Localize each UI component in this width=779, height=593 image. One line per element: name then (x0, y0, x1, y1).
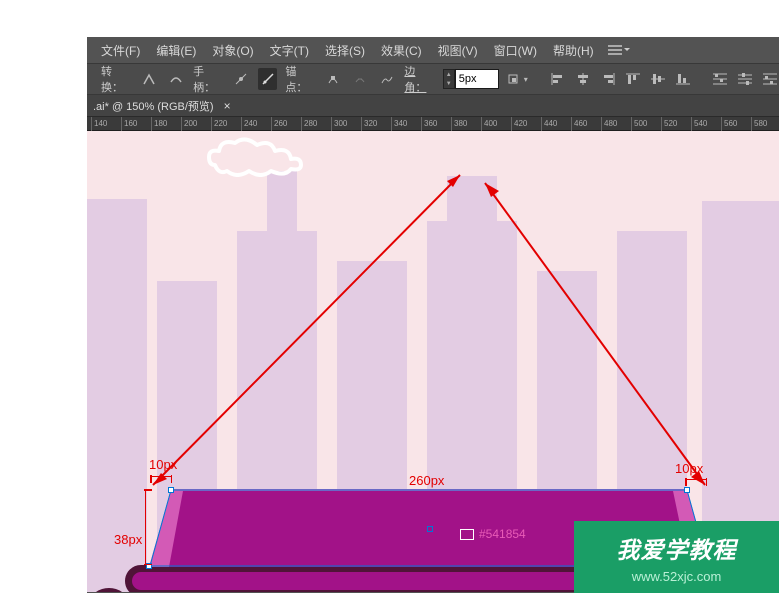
align-hcenter-icon[interactable] (574, 69, 591, 89)
ruler-tick: 160 (121, 117, 137, 131)
menu-view[interactable]: 视图(V) (430, 42, 486, 59)
ruler-tick: 180 (151, 117, 167, 131)
menu-select[interactable]: 选择(S) (317, 42, 373, 59)
menu-type[interactable]: 文字(T) (262, 42, 317, 59)
ruler-tick: 560 (721, 117, 737, 131)
align-left-icon[interactable] (549, 69, 566, 89)
convert-corner-icon[interactable] (139, 68, 158, 90)
watermark-title: 我爱学教程 (617, 531, 737, 565)
align-top-icon[interactable] (625, 69, 642, 89)
ruler-tick: 420 (511, 117, 527, 131)
anchor-remove-icon[interactable] (351, 68, 370, 90)
menu-object[interactable]: 对象(O) (204, 42, 261, 59)
dim-right (685, 479, 707, 485)
transform-label: 转换： (101, 63, 129, 95)
close-tab-icon[interactable]: × (224, 99, 231, 113)
ruler-tick: 140 (91, 117, 107, 131)
ruler-tick: 580 (751, 117, 767, 131)
menu-effect[interactable]: 效果(C) (373, 42, 430, 59)
convert-smooth-icon[interactable] (166, 68, 185, 90)
ruler-tick: 440 (541, 117, 557, 131)
ruler-tick: 320 (361, 117, 377, 131)
panel-menu-icon[interactable] (608, 42, 628, 58)
annotation-38px: 38px (114, 532, 142, 547)
anchor-label: 锚点： (285, 63, 313, 95)
corner-input[interactable] (455, 69, 499, 89)
ruler-tick: 400 (481, 117, 497, 131)
document-title: .ai* @ 150% (RGB/预览) (93, 98, 214, 114)
menu-help[interactable]: 帮助(H) (545, 42, 602, 59)
align-bottom-icon[interactable] (675, 69, 692, 89)
align-right-icon[interactable] (599, 69, 616, 89)
ruler-tick: 520 (661, 117, 677, 131)
connect-path-icon[interactable] (378, 68, 397, 90)
ruler-tick: 360 (421, 117, 437, 131)
corner-field: ▲▼ (443, 69, 499, 89)
ruler-tick: 200 (181, 117, 197, 131)
menubar: 文件(F) 编辑(E) 对象(O) 文字(T) 选择(S) 效果(C) 视图(V… (87, 37, 779, 63)
ruler-tick: 540 (691, 117, 707, 131)
dim-height (145, 489, 151, 565)
anchor-add-icon[interactable] (324, 68, 343, 90)
ruler-horizontal[interactable]: 140 160 180 200 220 240 260 280 300 320 340 360 380 4… (87, 117, 779, 131)
tabbar: .ai* @ 150% (RGB/预览) × (87, 95, 779, 117)
ruler-tick: 480 (601, 117, 617, 131)
annotation-260px: 260px (409, 473, 444, 488)
ruler-tick: 380 (451, 117, 467, 131)
watermark: 我爱学教程 www.52xjc.com (574, 521, 779, 593)
dist-vcenter-icon[interactable] (737, 69, 754, 89)
handle-label: 手柄： (193, 63, 221, 95)
dim-left (150, 476, 172, 482)
dist-bottom-icon[interactable] (762, 69, 779, 89)
ruler-tick: 280 (301, 117, 317, 131)
control-bar: 转换： 手柄： 锚点： 边角： ▲▼ ▾ (87, 63, 779, 95)
align-to-icon[interactable]: ▾ (507, 68, 528, 90)
corner-label: 边角： (404, 63, 432, 95)
annotation-10px-left: 10px (149, 457, 177, 472)
menu-window[interactable]: 窗口(W) (486, 42, 545, 59)
annotation-10px-right: 10px (675, 461, 703, 476)
dist-top-icon[interactable] (712, 69, 729, 89)
ruler-tick: 240 (241, 117, 257, 131)
corner-stepper[interactable]: ▲▼ (443, 69, 455, 89)
ruler-tick: 340 (391, 117, 407, 131)
ruler-tick: 300 (331, 117, 347, 131)
menu-edit[interactable]: 编辑(E) (148, 42, 204, 59)
ruler-tick: 260 (271, 117, 287, 131)
handle-hide-icon[interactable] (258, 68, 277, 90)
menu-file[interactable]: 文件(F) (93, 42, 148, 59)
ruler-tick: 220 (211, 117, 227, 131)
watermark-url: www.52xjc.com (632, 569, 722, 584)
ruler-tick: 460 (571, 117, 587, 131)
align-vcenter-icon[interactable] (650, 69, 667, 89)
handle-show-icon[interactable] (232, 68, 251, 90)
ruler-tick: 500 (631, 117, 647, 131)
document-tab[interactable]: .ai* @ 150% (RGB/预览) × (93, 95, 231, 117)
